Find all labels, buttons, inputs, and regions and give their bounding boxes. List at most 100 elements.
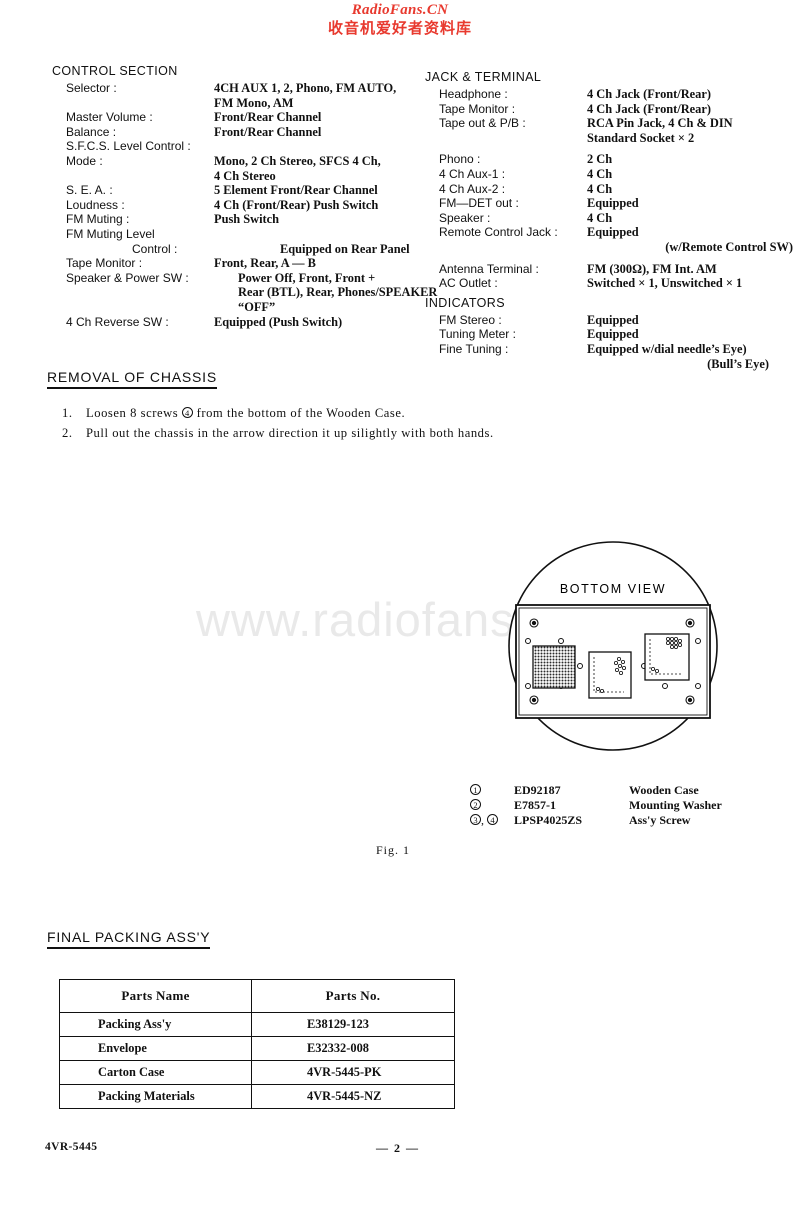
indicators-rows: FM Stereo : Equipped Tuning Meter : Equippe… (425, 313, 797, 371)
control-value: Front/Rear Channel (214, 110, 424, 125)
spec-value-line: 4 Ch Stereo (214, 168, 276, 183)
spec-value-line: 4 Ch (587, 210, 613, 225)
spec-spacer (425, 145, 797, 152)
control-label: Control : (132, 241, 178, 256)
final-packing-assy-title: FINAL PACKING ASS'Y (47, 929, 211, 949)
jack-value: RCA Pin Jack, 4 Ch & DIN Standard Socket … (587, 116, 797, 145)
indicators-heading: INDICATORS (425, 295, 505, 310)
control-value: Front, Rear, A — B (214, 256, 424, 271)
jack-value: 4 Ch (587, 211, 797, 226)
spec-value-line: FM (300Ω), FM Int. AM (587, 261, 717, 276)
jack-value: (w/Remote Control SW) (587, 240, 797, 255)
spec-row: Phono : 2 Ch (439, 152, 797, 167)
table-header-row: Parts Name Parts No. (59, 979, 455, 1013)
spec-value-line: Front, Rear, A — B (214, 256, 316, 271)
step-text: Loosen 8 screws 4 from the bottom of the… (86, 406, 406, 420)
spec-value-line: 2 Ch (587, 152, 613, 167)
spec-row: AC Outlet : Switched × 1, Unswitched × 1 (439, 276, 797, 291)
callout-ref-icon: 4 (181, 407, 193, 418)
spec-row: S. E. A. : 5 Element Front/Rear Channel (66, 183, 424, 198)
step-text: Pull out the chassis in the arrow direct… (86, 426, 494, 440)
spec-value-line: Rear (BTL), Rear, Phones/SPEAKER (238, 285, 438, 300)
indicator-label: Fine Tuning : (439, 341, 509, 356)
column-header-parts-name: Parts Name (59, 979, 252, 1013)
control-value: Mono, 2 Ch Stereo, SFCS 4 Ch, 4 Ch Stereo (214, 154, 424, 183)
spec-row: FM Muting Level (66, 227, 424, 242)
jack-label: Tape Monitor : (439, 101, 516, 116)
jack-value: Equipped (587, 225, 797, 240)
spec-value-line: Equipped w/dial needle’s Eye) (587, 341, 747, 356)
bottom-view-label: BOTTOM VIEW (560, 582, 666, 596)
cell-parts-no: 4VR-5445-PK (251, 1060, 455, 1085)
jack-label: 4 Ch Aux-1 : (439, 166, 506, 181)
step-number: 2. (62, 426, 73, 440)
spec-value-line: Power Off, Front, Front + (238, 270, 376, 285)
spec-row: FM Muting : Push Switch (66, 212, 424, 227)
table-row: Envelope E32332-008 (59, 1036, 455, 1061)
cell-parts-name: Envelope (59, 1036, 252, 1061)
spec-value-line: 4CH AUX 1, 2, Phono, FM AUTO, (214, 81, 397, 95)
spec-value-line: 4 Ch (587, 166, 613, 181)
spec-value-line: 4 Ch (Front/Rear) Push Switch (214, 197, 379, 212)
cell-parts-no: 4VR-5445-NZ (251, 1084, 455, 1109)
control-value: 5 Element Front/Rear Channel (214, 183, 424, 198)
spec-row: Loudness : 4 Ch (Front/Rear) Push Switch (66, 198, 424, 213)
table-row: Carton Case 4VR-5445-PK (59, 1060, 455, 1085)
cell-parts-name: Packing Ass'y (59, 1012, 252, 1037)
spec-row: FM Stereo : Equipped (439, 313, 797, 328)
bottom-view-detail: BOTTOM VIEW (508, 541, 718, 751)
jack-value: 4 Ch (587, 167, 797, 182)
control-value: 4 Ch (Front/Rear) Push Switch (214, 198, 424, 213)
spec-value-line: Push Switch (214, 212, 280, 227)
spec-value-line: Equipped (Push Switch) (214, 314, 343, 329)
spec-row: Fine Tuning : Equipped w/dial needle’s Ey… (439, 342, 797, 357)
jack-label: 4 Ch Aux-2 : (439, 181, 506, 196)
spec-row: Selector : 4CH AUX 1, 2, Phono, FM AUTO, F… (66, 81, 424, 110)
spec-row: Headphone : 4 Ch Jack (Front/Rear) (439, 87, 797, 102)
spec-value-line: (Bull’s Eye) (707, 356, 769, 371)
final-packing-assy-table: Parts Name Parts No. Packing Ass'y E38129… (59, 979, 455, 1109)
spec-value-line: 5 Element Front/Rear Channel (214, 183, 378, 198)
spec-row: 4 Ch Aux-1 : 4 Ch (439, 167, 797, 182)
jack-label: Phono : (439, 152, 481, 167)
jack-terminal-rows: Headphone :4 Ch Jack (Front/Rear) Tape Mo… (425, 87, 797, 291)
jack-label: Tape out & P/B : (439, 116, 526, 131)
watermark-header: RadioFans.CN 收音机爱好者资料库 (0, 2, 800, 38)
spec-row: Antenna Terminal : FM (300Ω), FM Int. AM (439, 262, 797, 277)
removal-step: 1. Loosen 8 screws 4 from the bottom of t… (62, 403, 662, 423)
removal-step: 2. Pull out the chassis in the arrow dire… (62, 423, 662, 443)
document-page: RadioFans.CN 收音机爱好者资料库 CONTROL SECTION S… (0, 0, 800, 1220)
spec-value-line: Equipped (587, 312, 639, 327)
control-section-block: CONTROL SECTION Selector : 4CH AUX 1, 2, … (52, 64, 437, 330)
spec-row: Control : Equipped on Rear Panel (66, 242, 424, 257)
table-row: Packing Materials 4VR-5445-NZ (59, 1084, 455, 1109)
spec-value-line: “OFF” (238, 299, 276, 314)
spec-value-line: Mono, 2 Ch Stereo, SFCS 4 Ch, (214, 153, 381, 168)
jack-label: Antenna Terminal : (439, 261, 539, 276)
control-value: Equipped on Rear Panel (280, 242, 424, 257)
removal-of-chassis-title: REMOVAL OF CHASSIS (47, 369, 217, 389)
spec-row: Remote Control Jack : Equipped (439, 225, 797, 240)
jack-value: Equipped (587, 196, 797, 211)
spec-row: (w/Remote Control SW) (439, 240, 797, 255)
control-value: Push Switch (214, 212, 424, 227)
spec-value-line: FM Mono, AM (214, 95, 294, 110)
spec-row: Speaker & Power SW : Power Off, Front, Fr… (66, 271, 437, 315)
spec-value-line: Equipped (587, 225, 639, 240)
control-value: 4CH AUX 1, 2, Phono, FM AUTO, FM Mono, AM (214, 81, 424, 110)
indicator-label: Tuning Meter : (439, 327, 516, 342)
spec-row: Balance : Front/Rear Channel (66, 125, 424, 140)
jack-label: FM—DET out : (439, 196, 519, 211)
jack-value: 2 Ch (587, 152, 797, 167)
spec-row: (Bull’s Eye) (439, 357, 797, 372)
table-row: Packing Ass'y E38129-123 (59, 1012, 455, 1037)
control-label: Tape Monitor : (66, 256, 143, 271)
footer-model-number: 4VR-5445 (45, 1141, 98, 1153)
jack-value: 4 Ch Jack (Front/Rear) (587, 87, 797, 102)
control-value: Equipped (Push Switch) (214, 315, 424, 330)
spec-value-line: Front/Rear Channel (214, 110, 322, 125)
spec-value-line: Equipped (587, 196, 639, 211)
jack-label: AC Outlet : (439, 276, 498, 291)
step-number: 1. (62, 406, 73, 420)
jack-value: FM (300Ω), FM Int. AM (587, 262, 797, 277)
